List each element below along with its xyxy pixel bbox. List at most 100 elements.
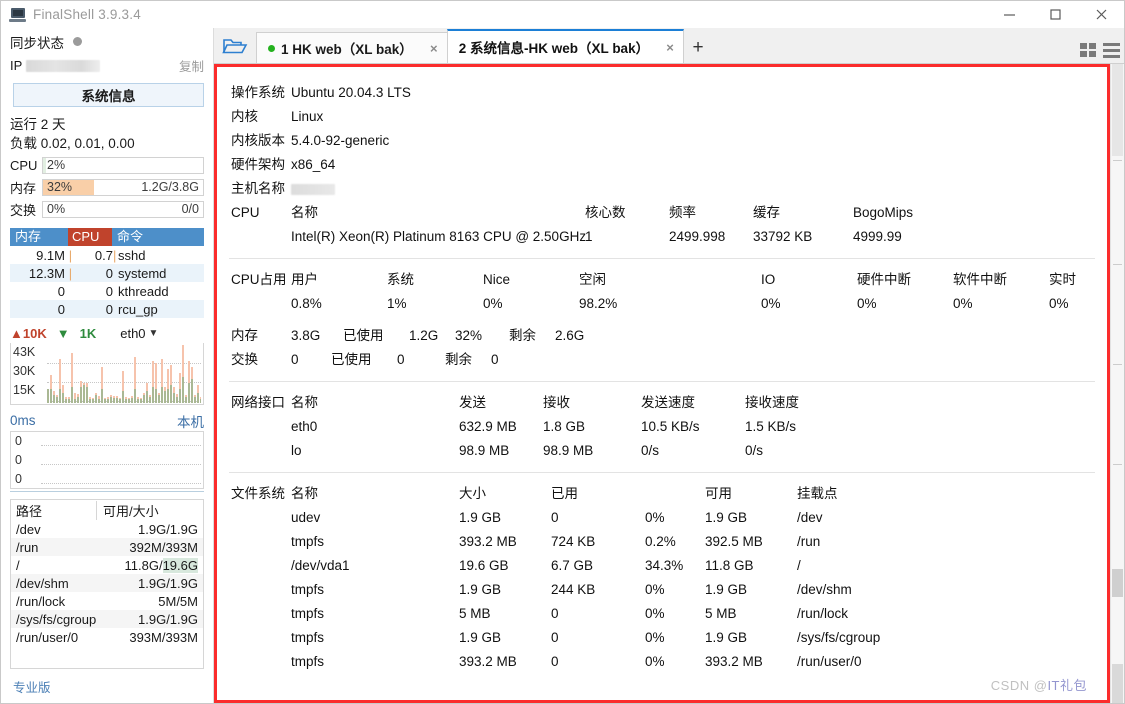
disk-row[interactable]: /run/lock5M/5M xyxy=(11,592,203,610)
filesystem-cell: 1.9 GB xyxy=(459,626,551,650)
tab-2[interactable]: 2 系统信息-HK web（XL bak）× xyxy=(447,29,684,63)
cpu-usage-value: 0% xyxy=(761,292,857,316)
filesystem-cell: 5 MB xyxy=(459,602,551,626)
process-row[interactable]: 12.3M|0systemd xyxy=(10,264,204,282)
open-folder-icon[interactable] xyxy=(214,29,256,63)
process-row[interactable]: 9.1M|0.7|sshd xyxy=(10,246,204,264)
disk-row[interactable]: /run392M/393M xyxy=(11,538,203,556)
filesystem-header: 名称 xyxy=(291,482,459,506)
filesystem-cell: 392.5 MB xyxy=(705,530,797,554)
memory-pct: 32% xyxy=(455,324,501,348)
cpu-usage-value: 0% xyxy=(857,292,953,316)
content-wrapper: 操作系统Ubuntu 20.04.3 LTS内核Linux内核版本5.4.0-9… xyxy=(214,64,1124,703)
pro-version-link[interactable]: 专业版 xyxy=(13,677,51,696)
info-value: x86_64 xyxy=(291,153,1107,177)
tab-1[interactable]: 1 HK web（XL bak）× xyxy=(256,32,448,63)
disk-usage-table[interactable]: 路径 可用/大小 /dev1.9G/1.9G/run392M/393M/11.8… xyxy=(10,499,204,669)
filesystem-cell: tmpfs xyxy=(291,626,459,650)
upload-arrow-icon: ▲ xyxy=(10,326,23,341)
meter-percent: 32% xyxy=(47,180,72,195)
process-memory: 12.3M xyxy=(10,266,68,281)
network-header-row: 名称发送接收发送速度接收速度 xyxy=(291,391,1107,415)
network-block: 网络接口 名称发送接收发送速度接收速度eth0632.9 MB1.8 GB10.… xyxy=(217,391,1107,463)
filesystem-cell: /sys/fs/cgroup xyxy=(797,626,1107,650)
sidebar: 同步状态 IP 复制 系统信息 运行 2 天 负载 0.02, 0.01, 0.… xyxy=(1,28,214,703)
vertical-scrollbar[interactable] xyxy=(1110,64,1124,703)
process-table[interactable]: 内存 CPU 命令 9.1M|0.7|sshd12.3M|0systemd00k… xyxy=(10,228,204,318)
disk-row[interactable]: /dev1.9G/1.9G xyxy=(11,520,203,538)
tab-close-icon[interactable]: × xyxy=(663,40,677,55)
disk-path: /run/lock xyxy=(11,594,103,609)
swap-free-label: 剩余 xyxy=(445,348,483,372)
list-view-icon[interactable] xyxy=(1103,43,1120,58)
grid-view-icon[interactable] xyxy=(1080,43,1096,58)
disk-row[interactable]: /run/user/0393M/393M xyxy=(11,628,203,646)
copy-ip-button[interactable]: 复制 xyxy=(179,56,204,75)
process-command: systemd xyxy=(116,266,204,281)
process-row[interactable]: 00kthreadd xyxy=(10,282,204,300)
process-col-cpu[interactable]: CPU xyxy=(68,228,112,246)
close-button[interactable] xyxy=(1078,1,1124,28)
tab-close-icon[interactable]: × xyxy=(427,41,441,56)
divider-3 xyxy=(229,472,1095,473)
process-col-memory[interactable]: 内存 xyxy=(10,228,68,246)
basic-info-rows: 操作系统Ubuntu 20.04.3 LTS内核Linux内核版本5.4.0-9… xyxy=(217,81,1107,201)
cpu-header-cores: 核心数 xyxy=(585,201,669,225)
system-info-panel: 操作系统Ubuntu 20.04.3 LTS内核Linux内核版本5.4.0-9… xyxy=(214,64,1110,703)
system-info-button[interactable]: 系统信息 xyxy=(13,83,204,107)
disk-row[interactable]: /sys/fs/cgroup1.9G/1.9G xyxy=(11,610,203,628)
filesystem-block: 文件系统 名称大小已用可用挂载点udev1.9 GB00%1.9 GB/devt… xyxy=(217,482,1107,674)
ping-chart: 000 xyxy=(10,431,204,489)
info-value: Linux xyxy=(291,105,1107,129)
new-tab-button[interactable]: + xyxy=(683,32,713,63)
cpu-header-freq: 频率 xyxy=(669,201,753,225)
window-controls xyxy=(986,1,1124,28)
ping-chart-plot xyxy=(41,433,201,487)
cpu-usage-header: Nice xyxy=(483,268,579,292)
process-row[interactable]: 00rcu_gp xyxy=(10,300,204,318)
scrollbar-thumb-bottom[interactable] xyxy=(1112,664,1123,703)
filesystem-cell: 393.2 MB xyxy=(459,530,551,554)
maximize-button[interactable] xyxy=(1032,1,1078,28)
minimize-button[interactable] xyxy=(986,1,1032,28)
process-col-command[interactable]: 命令 xyxy=(112,228,204,246)
ping-host-label[interactable]: 本机 xyxy=(177,411,204,431)
filesystem-header: 已用 xyxy=(551,482,645,506)
swap-used: 0 xyxy=(397,348,437,372)
scrollbar-thumb[interactable] xyxy=(1112,569,1123,597)
disk-path: /run/user/0 xyxy=(11,630,103,645)
upload-rate: 10K xyxy=(23,326,47,341)
cpu-usage-value: 0% xyxy=(953,292,1049,316)
filesystem-cell: 0% xyxy=(645,650,705,674)
network-header: 接收速度 xyxy=(745,391,849,415)
cpu-block-label: CPU xyxy=(217,201,291,249)
filesystem-label: 文件系统 xyxy=(217,482,291,674)
network-header: 发送速度 xyxy=(641,391,745,415)
chevron-down-icon[interactable]: ▼ xyxy=(149,328,159,339)
disk-row[interactable]: /dev/shm1.9G/1.9G xyxy=(11,574,203,592)
divider-2 xyxy=(229,381,1095,382)
disk-value: 11.8G/19.6G xyxy=(103,558,203,573)
watermark: CSDN @IT礼包 xyxy=(991,675,1087,694)
scrollbar-thumb-top[interactable] xyxy=(1112,64,1123,156)
disk-table-header: 路径 可用/大小 xyxy=(11,500,203,520)
meter-percent: 0% xyxy=(47,202,65,217)
filesystem-header: 挂载点 xyxy=(797,482,1107,506)
network-cell: 0/s xyxy=(641,439,745,463)
disk-value: 1.9G/1.9G xyxy=(103,612,203,627)
sync-status-row: 同步状态 xyxy=(1,29,213,54)
info-row: 操作系统Ubuntu 20.04.3 LTS xyxy=(217,81,1107,105)
right-pane: 1 HK web（XL bak）×2 系统信息-HK web（XL bak）× … xyxy=(214,28,1124,703)
network-header: 接收 xyxy=(543,391,641,415)
tabbar-view-controls xyxy=(1080,43,1120,58)
meter-detail: 0/0 xyxy=(182,202,199,217)
filesystem-row: /dev/vda119.6 GB6.7 GB34.3%11.8 GB/ xyxy=(291,554,1107,578)
network-interface-select[interactable]: eth0 xyxy=(120,326,145,341)
cpu-block: CPU 名称 核心数 频率 缓存 BogoMips xyxy=(217,201,1107,249)
filesystem-cell: /dev/vda1 xyxy=(291,554,459,578)
cpu-value-name: Intel(R) Xeon(R) Platinum 8163 CPU @ 2.5… xyxy=(291,225,585,249)
divider-1 xyxy=(229,258,1095,259)
process-command: sshd xyxy=(116,248,204,263)
ping-value: 0ms xyxy=(10,413,36,428)
disk-row[interactable]: /11.8G/19.6G xyxy=(11,556,203,574)
